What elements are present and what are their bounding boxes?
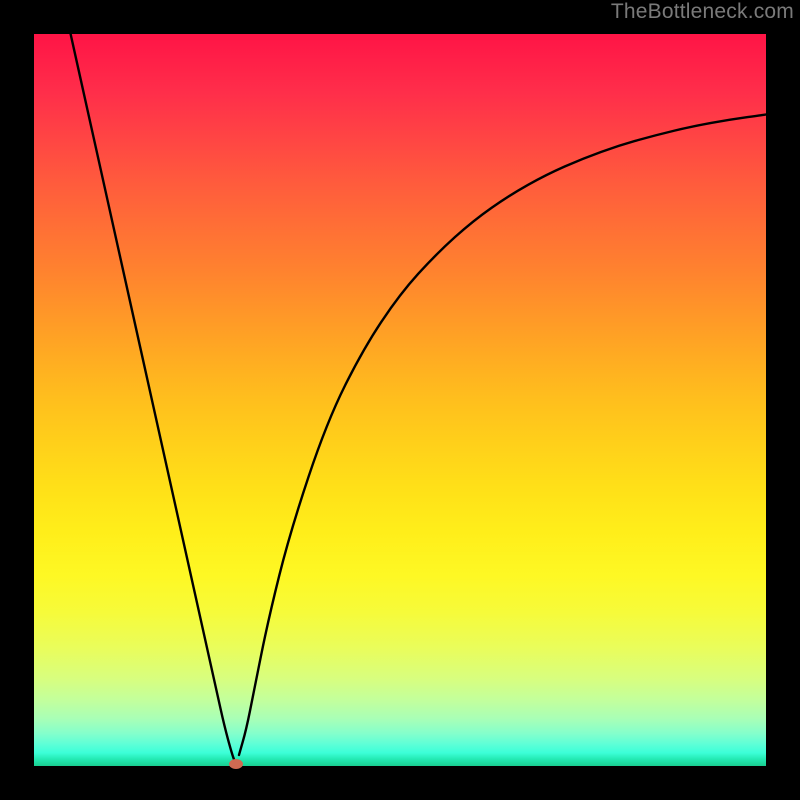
watermark-text: TheBottleneck.com [611,0,794,24]
plot-area [34,34,766,766]
bottleneck-curve [34,34,766,766]
chart-frame: TheBottleneck.com [0,0,800,800]
curve-right-branch [239,115,766,756]
minimum-marker [229,759,243,769]
curve-left-branch [71,34,236,763]
